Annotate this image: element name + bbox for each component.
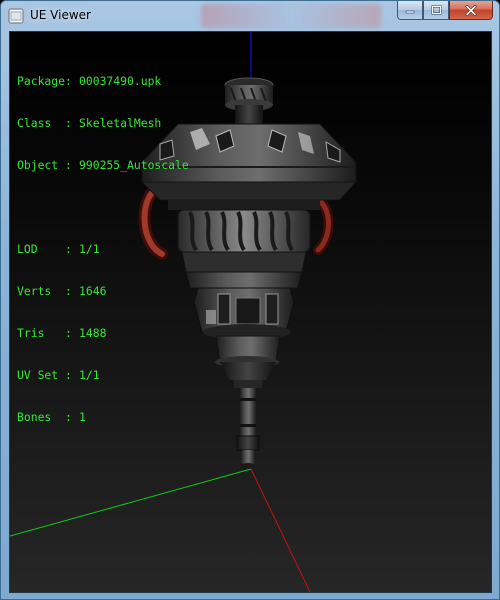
x-axis	[250, 468, 311, 592]
class-value: SkeletalMesh	[79, 116, 162, 130]
app-icon[interactable]	[8, 8, 24, 24]
minimize-icon	[405, 10, 415, 14]
ue-viewer-window: UE Viewer Package: 00037490.upk Class:…	[0, 0, 500, 600]
close-icon	[465, 4, 477, 16]
info-uvset: UV Set:1/1	[17, 368, 100, 382]
window-controls	[397, 1, 493, 21]
minimize-button[interactable]	[397, 1, 423, 20]
title-bar[interactable]: UE Viewer	[1, 1, 499, 31]
verts-value: 1646	[79, 284, 107, 298]
info-verts: Verts:1646	[17, 284, 107, 298]
info-bones: Bones:1	[17, 410, 86, 424]
object-value: 990255_Autoscale	[79, 158, 189, 172]
maximize-icon	[431, 5, 441, 15]
close-button[interactable]	[449, 1, 493, 20]
info-tris: Tris:1488	[17, 326, 107, 340]
info-package: Package:00037490.upk	[17, 74, 162, 88]
info-lod: LOD:1/1	[17, 242, 100, 256]
uvset-value: 1/1	[79, 368, 100, 382]
mesh-info-overlay: Package:00037490.upk Class: SkeletalMesh …	[17, 46, 189, 452]
titlebar-glass	[201, 4, 381, 28]
y-axis	[10, 468, 252, 537]
info-class: Class: SkeletalMesh	[17, 116, 162, 130]
package-value: 00037490.upk	[79, 74, 162, 88]
window-title: UE Viewer	[30, 8, 91, 22]
tris-value: 1488	[79, 326, 107, 340]
bones-value: 1	[79, 410, 86, 424]
maximize-button[interactable]	[423, 1, 449, 20]
info-object: Object:990255_Autoscale	[17, 158, 189, 172]
lod-value: 1/1	[79, 242, 100, 256]
3d-viewport[interactable]: Package:00037490.upk Class: SkeletalMesh …	[9, 31, 492, 593]
